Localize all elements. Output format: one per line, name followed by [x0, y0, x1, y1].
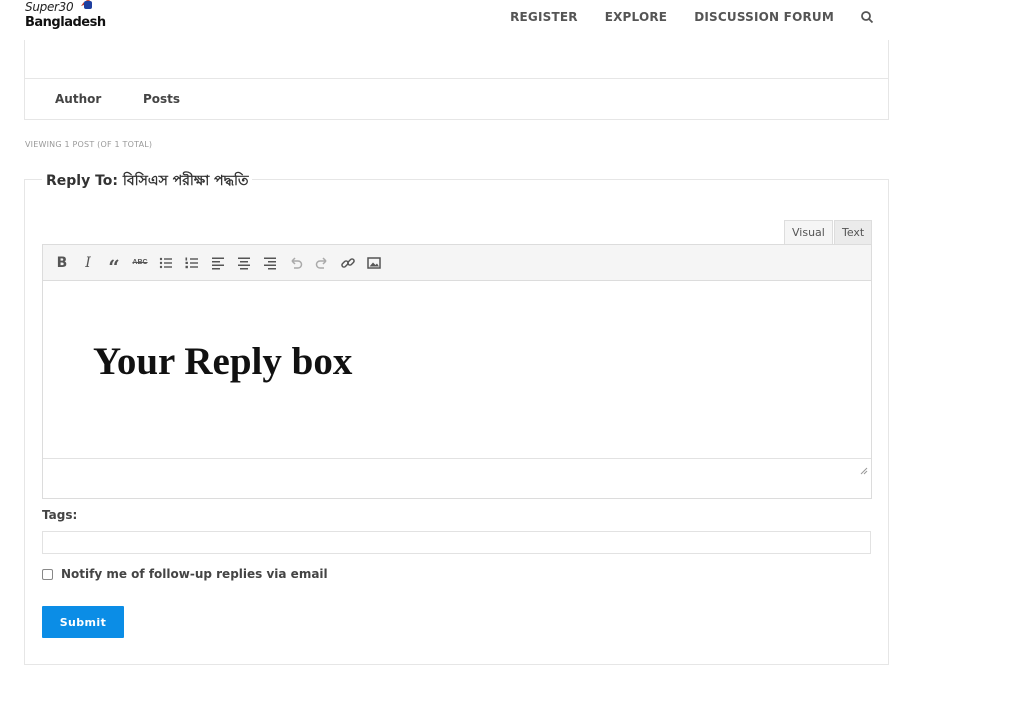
image-icon [367, 256, 381, 269]
align-right-button[interactable] [257, 250, 283, 276]
bullet-list-button[interactable] [153, 250, 179, 276]
undo-icon [291, 256, 303, 269]
bullet-list-icon [159, 257, 172, 268]
align-left-icon [212, 257, 224, 269]
column-author: Author [55, 92, 102, 106]
mascot-icon [81, 0, 92, 9]
numbered-list-icon [185, 257, 198, 268]
logo-text-line1: Super30 [25, 0, 74, 14]
notify-checkbox[interactable] [42, 568, 53, 580]
table-divider [25, 78, 888, 79]
undo-button[interactable] [283, 250, 309, 276]
viewing-count: VIEWING 1 POST (OF 1 TOTAL) [25, 140, 153, 149]
tab-visual[interactable]: Visual [784, 220, 833, 245]
reply-content[interactable]: Your Reply box [93, 339, 352, 384]
strikethrough-button[interactable]: ABC [127, 250, 153, 276]
nav-register[interactable]: REGISTER [510, 10, 578, 24]
main-nav: REGISTER EXPLORE DISCUSSION FORUM [483, 10, 874, 24]
blockquote-button[interactable]: “ [101, 250, 127, 277]
logo-text-line2: Bangladesh [25, 15, 106, 30]
nav-explore[interactable]: EXPLORE [605, 10, 668, 24]
insert-image-button[interactable] [361, 250, 387, 276]
resize-handle-icon[interactable] [860, 467, 868, 475]
tags-label: Tags: [42, 508, 78, 522]
insert-link-button[interactable] [335, 250, 361, 276]
redo-button[interactable] [309, 250, 335, 276]
align-right-icon [264, 257, 276, 269]
bold-button[interactable]: B [49, 250, 75, 276]
editor-toolbar: B I “ ABC [43, 245, 871, 281]
redo-icon [315, 256, 327, 269]
column-posts: Posts [143, 92, 181, 106]
numbered-list-button[interactable] [179, 250, 205, 276]
notify-label: Notify me of follow-up replies via email [61, 567, 328, 581]
search-icon[interactable] [860, 10, 874, 24]
notify-option[interactable]: Notify me of follow-up replies via email [42, 567, 328, 581]
align-center-button[interactable] [231, 250, 257, 276]
link-icon [341, 257, 355, 268]
topic-table: Author Posts [24, 40, 889, 120]
tab-text[interactable]: Text [834, 220, 873, 245]
submit-button[interactable]: Submit [42, 606, 124, 638]
reply-editor: B I “ ABC Your Reply box [42, 244, 872, 499]
align-center-icon [238, 257, 250, 269]
editor-status-bar [43, 458, 871, 478]
editor-content-area[interactable]: Your Reply box [43, 281, 871, 478]
align-left-button[interactable] [205, 250, 231, 276]
tags-input[interactable] [42, 531, 871, 554]
nav-discussion-forum[interactable]: DISCUSSION FORUM [694, 10, 834, 24]
site-logo[interactable]: Super30 Bangladesh [25, 0, 106, 32]
reply-legend: Reply To: বিসিএস পরীক্ষা পদ্ধতি [42, 169, 253, 193]
italic-button[interactable]: I [75, 250, 101, 276]
